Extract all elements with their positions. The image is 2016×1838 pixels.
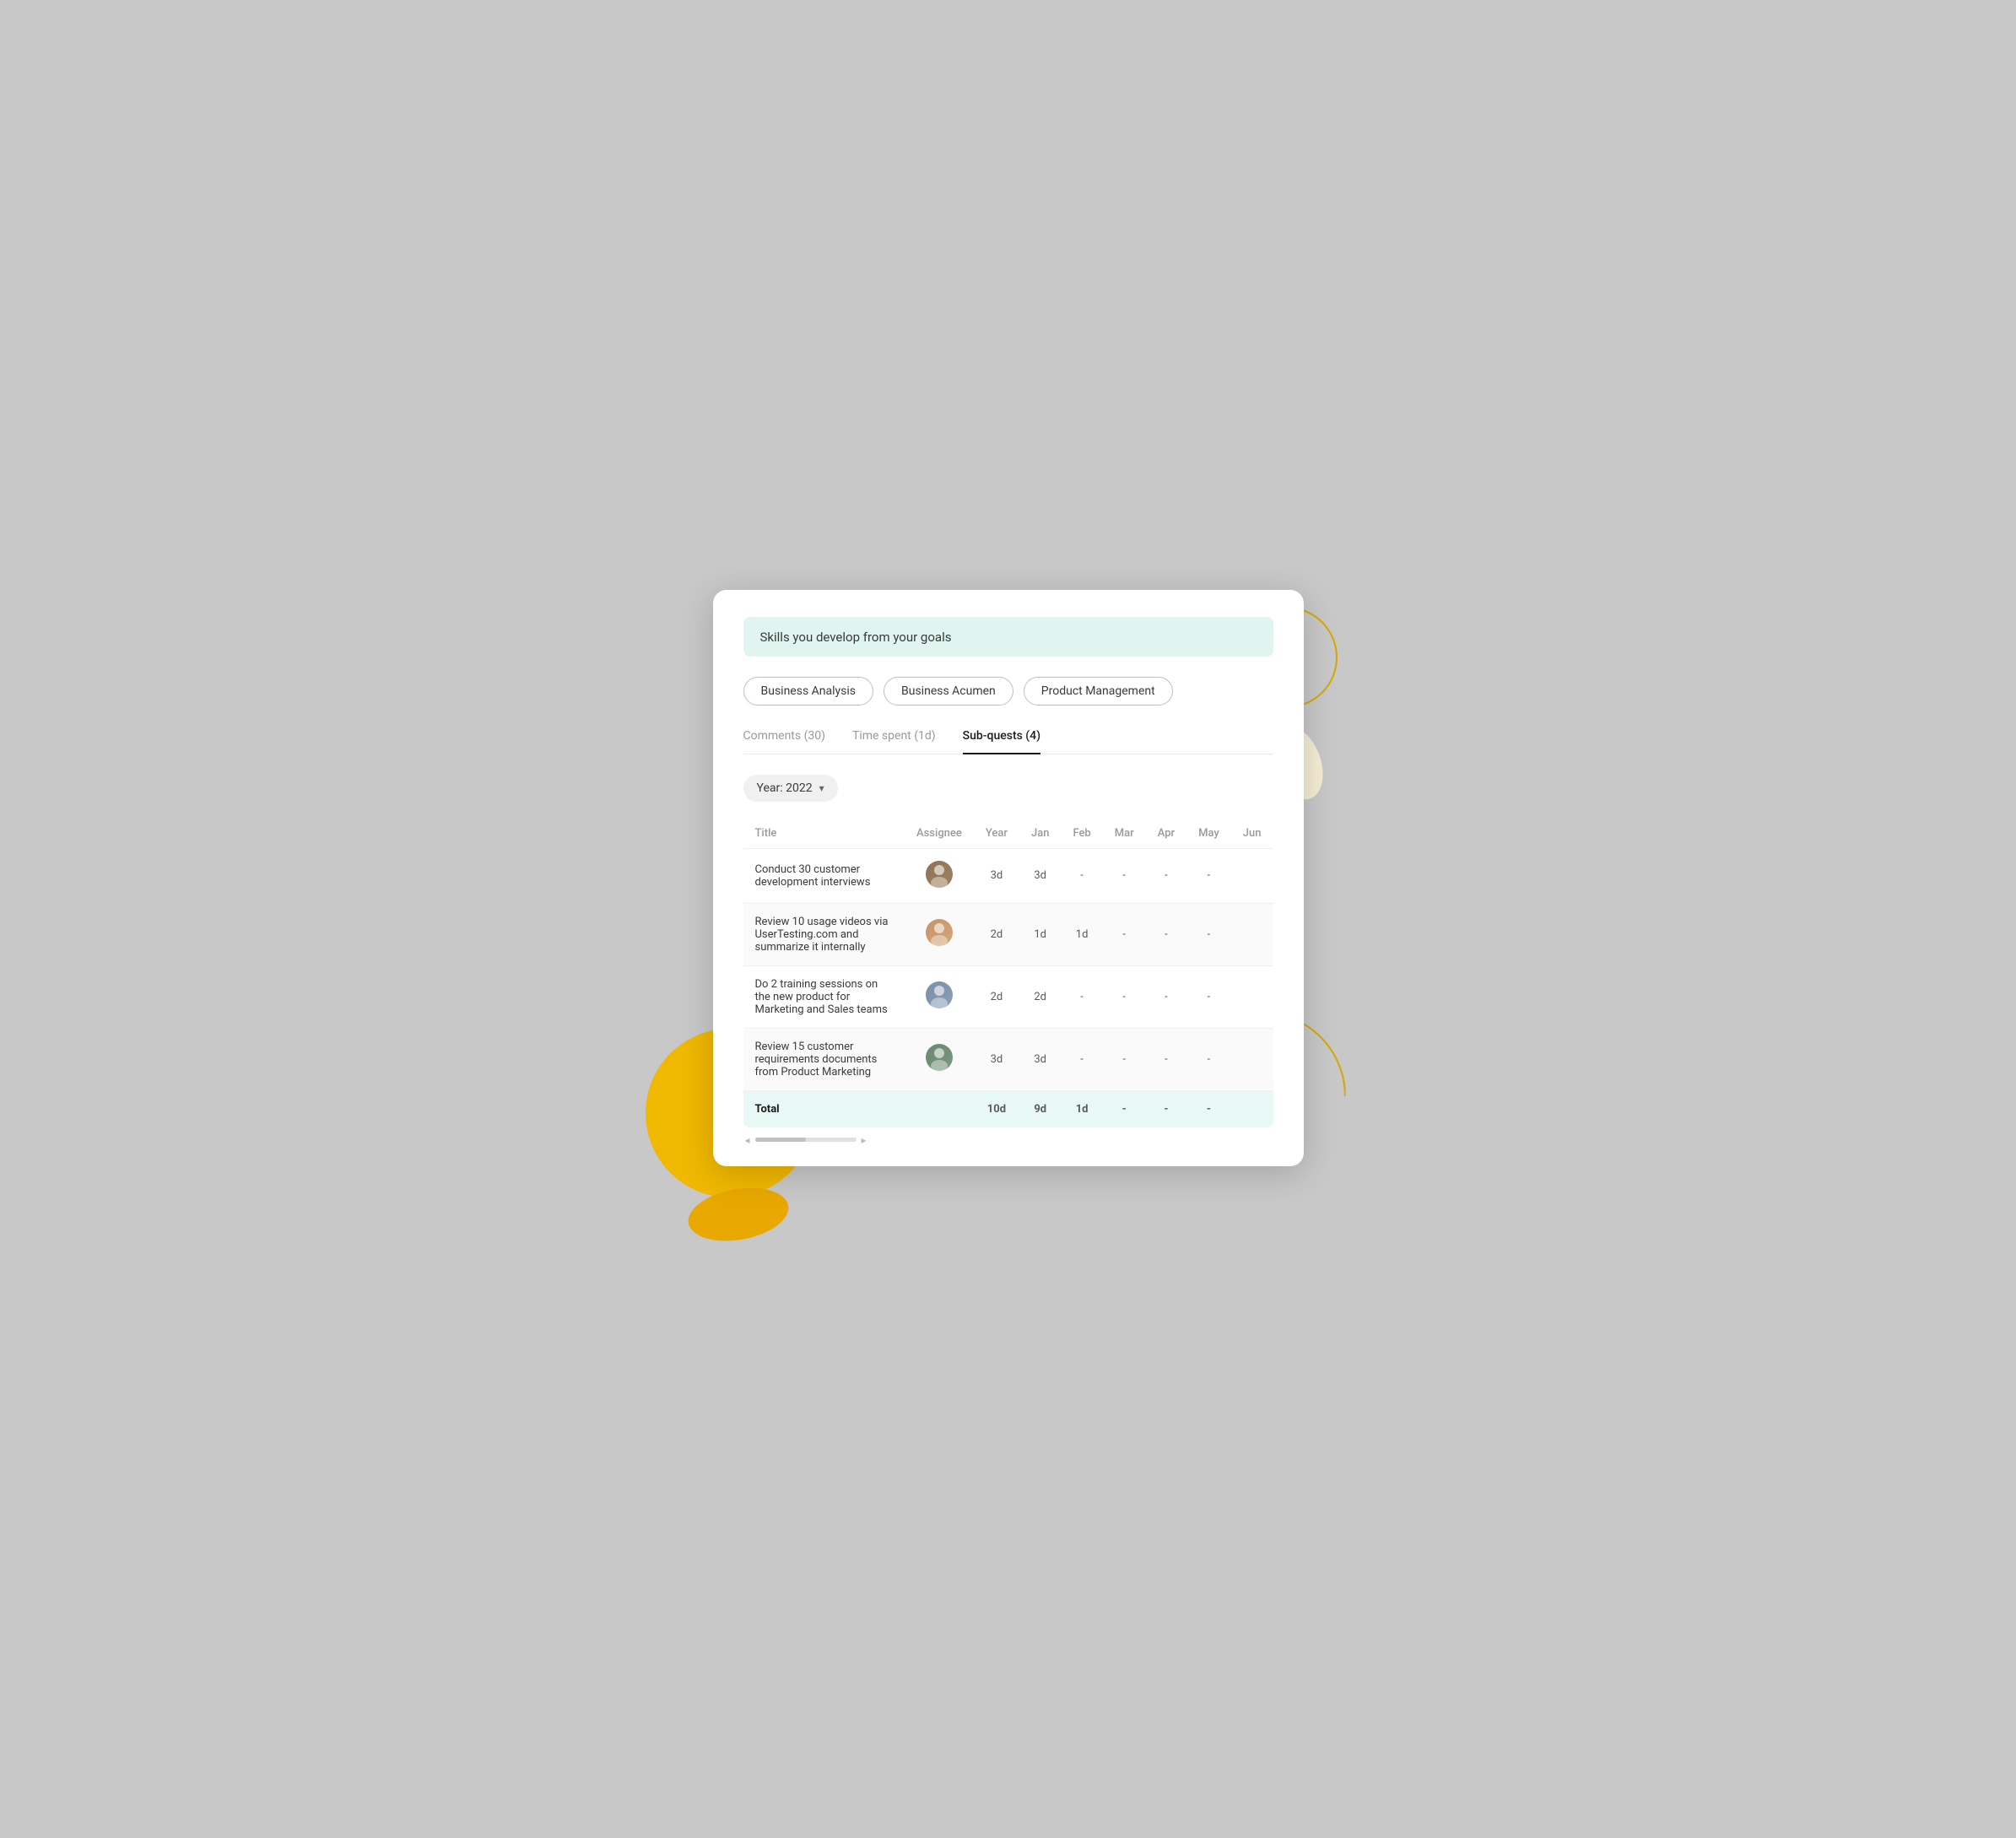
total-mar: - (1103, 1090, 1146, 1127)
scene: Skills you develop from your goals Busin… (713, 590, 1304, 1248)
row3-jun (1231, 965, 1273, 1028)
total-jan: 9d (1019, 1090, 1061, 1127)
col-jan: Jan (1019, 819, 1061, 849)
tabs-container: Comments (30) Time spent (1d) Sub-quests… (743, 729, 1273, 754)
row1-title: Conduct 30 customer development intervie… (743, 848, 905, 903)
col-title: Title (743, 819, 905, 849)
skill-tag-business-acumen[interactable]: Business Acumen (884, 677, 1013, 705)
person-icon (926, 1044, 953, 1071)
row2-year: 2d (974, 903, 1019, 965)
col-mar: Mar (1103, 819, 1146, 849)
sub-quests-table: Title Assignee Year Jan Feb Mar Apr May … (743, 819, 1273, 1127)
col-apr: Apr (1146, 819, 1186, 849)
col-jun: Jun (1231, 819, 1273, 849)
row2-mar: - (1103, 903, 1146, 965)
row1-year: 3d (974, 848, 1019, 903)
skill-tags-container: Business Analysis Business Acumen Produc… (743, 677, 1273, 705)
table-row: Conduct 30 customer development intervie… (743, 848, 1273, 903)
col-may: May (1186, 819, 1231, 849)
table-row: Review 15 customer requirements document… (743, 1028, 1273, 1090)
avatar (926, 861, 953, 888)
row3-feb: - (1061, 965, 1102, 1028)
row3-jan: 2d (1019, 965, 1061, 1028)
scroll-right-arrow[interactable]: ▸ (862, 1134, 867, 1146)
skill-tag-business-analysis[interactable]: Business Analysis (743, 677, 874, 705)
total-year: 10d (974, 1090, 1019, 1127)
row4-jan: 3d (1019, 1028, 1061, 1090)
row2-may: - (1186, 903, 1231, 965)
total-jun (1231, 1090, 1273, 1127)
row4-assignee (905, 1028, 974, 1090)
row2-feb: 1d (1061, 903, 1102, 965)
row4-feb: - (1061, 1028, 1102, 1090)
row3-mar: - (1103, 965, 1146, 1028)
avatar (926, 1044, 953, 1071)
tab-sub-quests[interactable]: Sub-quests (4) (963, 729, 1040, 754)
row3-year: 2d (974, 965, 1019, 1028)
row4-title: Review 15 customer requirements document… (743, 1028, 905, 1090)
skills-banner: Skills you develop from your goals (743, 617, 1273, 657)
total-label: Total (743, 1090, 905, 1127)
col-year: Year (974, 819, 1019, 849)
row1-jan: 3d (1019, 848, 1061, 903)
sub-quests-table-wrapper: Title Assignee Year Jan Feb Mar Apr May … (743, 819, 1273, 1127)
table-row: Review 10 usage videos via UserTesting.c… (743, 903, 1273, 965)
main-card: Skills you develop from your goals Busin… (713, 590, 1304, 1166)
col-feb: Feb (1061, 819, 1102, 849)
tab-comments[interactable]: Comments (30) (743, 729, 826, 754)
row2-jan: 1d (1019, 903, 1061, 965)
chevron-down-icon: ▾ (819, 782, 824, 794)
person-icon (926, 981, 953, 1008)
col-assignee: Assignee (905, 819, 974, 849)
row4-jun (1231, 1028, 1273, 1090)
scroll-thumb (755, 1138, 806, 1142)
tab-time-spent[interactable]: Time spent (1d) (852, 729, 936, 754)
row3-apr: - (1146, 965, 1186, 1028)
row1-mar: - (1103, 848, 1146, 903)
scroll-left-arrow[interactable]: ◂ (745, 1134, 750, 1146)
row3-may: - (1186, 965, 1231, 1028)
row4-apr: - (1146, 1028, 1186, 1090)
scroll-hint: ◂ ▸ (743, 1134, 1273, 1146)
row2-jun (1231, 903, 1273, 965)
person-icon (926, 919, 953, 946)
row2-apr: - (1146, 903, 1186, 965)
person-icon (926, 861, 953, 888)
row4-year: 3d (974, 1028, 1019, 1090)
skills-banner-text: Skills you develop from your goals (760, 630, 952, 645)
row2-assignee (905, 903, 974, 965)
total-row: Total 10d 9d 1d - - - (743, 1090, 1273, 1127)
avatar (926, 981, 953, 1008)
row3-assignee (905, 965, 974, 1028)
avatar (926, 919, 953, 946)
row4-mar: - (1103, 1028, 1146, 1090)
row3-title: Do 2 training sessions on the new produc… (743, 965, 905, 1028)
total-may: - (1186, 1090, 1231, 1127)
table-row: Do 2 training sessions on the new produc… (743, 965, 1273, 1028)
row2-title: Review 10 usage videos via UserTesting.c… (743, 903, 905, 965)
row1-apr: - (1146, 848, 1186, 903)
row1-feb: - (1061, 848, 1102, 903)
skill-tag-product-management[interactable]: Product Management (1024, 677, 1173, 705)
year-filter-label: Year: 2022 (757, 781, 813, 795)
total-feb: 1d (1061, 1090, 1102, 1127)
row1-may: - (1186, 848, 1231, 903)
table-header-row: Title Assignee Year Jan Feb Mar Apr May … (743, 819, 1273, 849)
year-filter-dropdown[interactable]: Year: 2022 ▾ (743, 775, 838, 802)
total-apr: - (1146, 1090, 1186, 1127)
row4-may: - (1186, 1028, 1231, 1090)
scroll-track[interactable] (755, 1138, 857, 1142)
row1-assignee (905, 848, 974, 903)
row1-jun (1231, 848, 1273, 903)
